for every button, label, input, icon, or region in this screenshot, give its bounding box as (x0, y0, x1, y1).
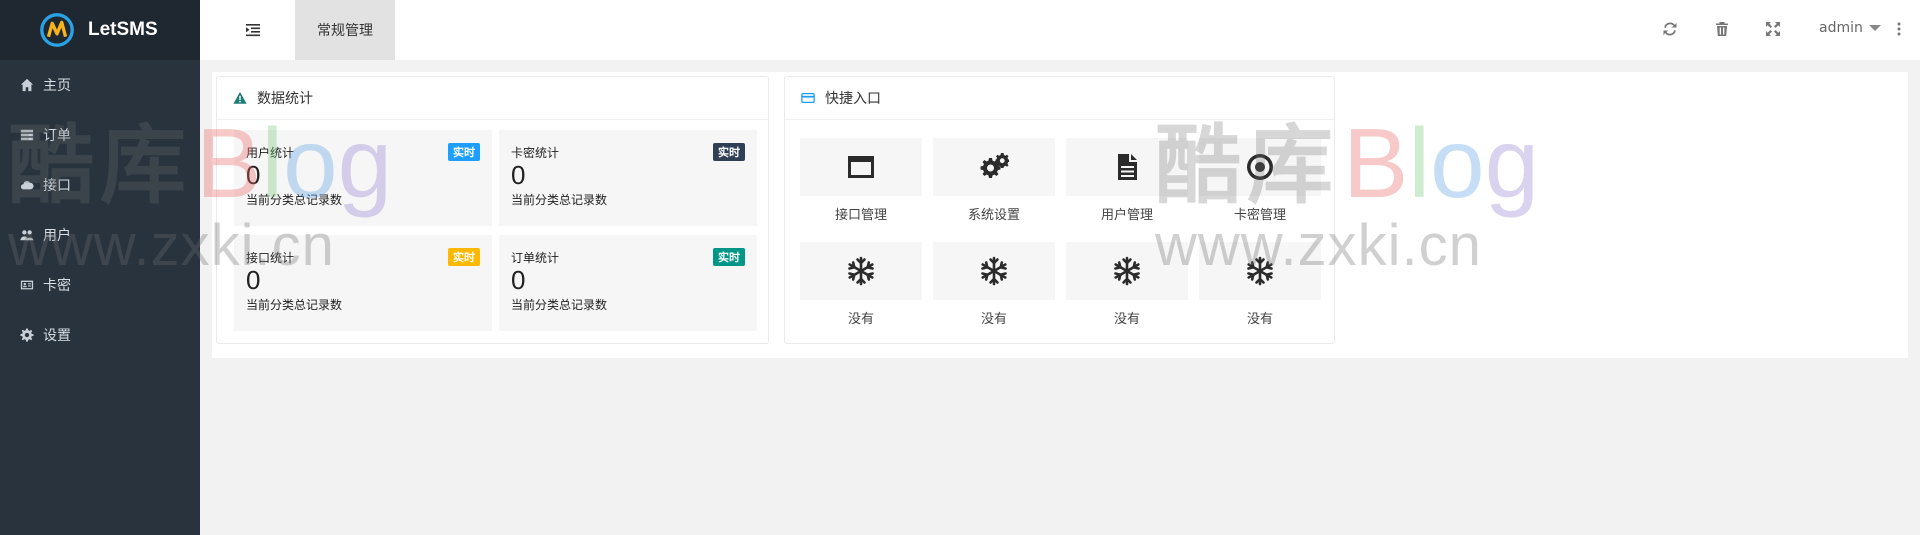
user-menu[interactable]: admin (1819, 20, 1881, 36)
app-logo-icon (40, 13, 74, 47)
stat-card-cards: 卡密统计 0 当前分类总记录数 实时 (499, 130, 757, 226)
sidebar-item-home[interactable]: 主页 (0, 60, 200, 110)
cloud-icon (20, 180, 34, 190)
sidebar-item-users[interactable]: 用户 (0, 210, 200, 260)
shortcut-tile (800, 138, 922, 196)
shortcut-tile (933, 242, 1055, 300)
snowflake-icon (848, 256, 874, 286)
snowflake-icon (1114, 256, 1140, 286)
stat-value: 0 (246, 160, 261, 190)
sidebar-item-cards[interactable]: 卡密 (0, 260, 200, 310)
status-badge: 实时 (713, 143, 745, 161)
shortcut-empty-1[interactable]: 没有 (800, 242, 922, 327)
stat-title: 用户统计 (246, 146, 295, 160)
stats-panel: 数据统计 用户统计 0 当前分类总记录数 实时 卡密统计 0 当前分类总记录数 … (216, 76, 769, 344)
shortcut-empty-2[interactable]: 没有 (933, 242, 1055, 327)
shortcut-api-management[interactable]: 接口管理 (800, 138, 922, 223)
sidebar-item-label: 设置 (43, 328, 71, 344)
app-logo-text: LetSMS (88, 19, 158, 40)
sidebar-item-label: 卡密 (43, 278, 71, 294)
shortcut-tile (800, 242, 922, 300)
stat-card-orders: 订单统计 0 当前分类总记录数 实时 (499, 235, 757, 331)
stat-title: 卡密统计 (511, 146, 560, 160)
sidebar-nav: 主页 订单 接口 用户 卡密 设置 (0, 60, 200, 360)
quick-access-title: 快捷入口 (825, 91, 881, 107)
stat-desc: 当前分类总记录数 (246, 193, 343, 207)
id-card-icon (20, 280, 34, 290)
logo-bar[interactable]: LetSMS (0, 0, 200, 60)
quick-access-header: 快捷入口 (785, 77, 1334, 120)
sidebar: LetSMS 主页 订单 接口 用户 卡密 设置 (0, 0, 200, 535)
stat-desc: 当前分类总记录数 (511, 298, 608, 312)
shortcut-card-management[interactable]: 卡密管理 (1199, 138, 1321, 223)
sidebar-item-api[interactable]: 接口 (0, 160, 200, 210)
shortcut-user-management[interactable]: 用户管理 (1066, 138, 1188, 223)
tab-general-management[interactable]: 常规管理 (295, 0, 395, 60)
shortcut-tile (1066, 138, 1188, 196)
stat-desc: 当前分类总记录数 (511, 193, 608, 207)
main-content: 数据统计 用户统计 0 当前分类总记录数 实时 卡密统计 0 当前分类总记录数 … (212, 72, 1908, 358)
shortcut-tile (933, 138, 1055, 196)
sidebar-item-label: 用户 (43, 228, 71, 244)
shortcut-label: 接口管理 (834, 208, 887, 223)
chevron-down-icon (1868, 25, 1881, 31)
stat-card-users: 用户统计 0 当前分类总记录数 实时 (234, 130, 492, 226)
refresh-button[interactable] (1662, 21, 1678, 37)
home-icon (20, 78, 34, 92)
stat-card-api: 接口统计 0 当前分类总记录数 实时 (234, 235, 492, 331)
stats-panel-header: 数据统计 (217, 77, 768, 120)
stat-title: 接口统计 (246, 251, 295, 265)
shortcut-label: 没有 (1113, 312, 1140, 327)
shortcut-empty-4[interactable]: 没有 (1199, 242, 1321, 327)
indent-icon (246, 24, 260, 37)
shortcut-system-settings[interactable]: 系统设置 (933, 138, 1055, 223)
stat-value: 0 (246, 265, 261, 295)
user-name: admin (1819, 20, 1863, 36)
stat-desc: 当前分类总记录数 (246, 298, 343, 312)
shortcut-label: 没有 (1246, 312, 1273, 327)
warning-icon (233, 91, 247, 104)
dot-circle-icon (1247, 154, 1273, 180)
trash-icon (1716, 22, 1728, 36)
list-icon (20, 129, 34, 141)
fullscreen-icon (1766, 22, 1780, 36)
stats-panel-title: 数据统计 (257, 91, 313, 107)
shortcut-tile (1066, 242, 1188, 300)
credit-card-icon (801, 92, 815, 104)
status-badge: 实时 (448, 248, 480, 266)
shortcut-label: 用户管理 (1100, 208, 1153, 223)
users-icon (20, 230, 34, 241)
status-badge: 实时 (448, 143, 480, 161)
stat-value: 0 (511, 160, 526, 190)
more-vertical-icon (1897, 22, 1901, 36)
shortcut-label: 没有 (980, 312, 1007, 327)
snowflake-icon (981, 256, 1007, 286)
clear-cache-button[interactable] (1714, 21, 1730, 37)
refresh-icon (1663, 22, 1677, 36)
file-icon (1118, 154, 1137, 180)
quick-access-panel: 快捷入口 接口管理 系统设置 用户管理 卡密管理 没有 没有 没有 没有 (784, 76, 1335, 344)
shortcut-label: 系统设置 (967, 208, 1020, 223)
sidebar-item-orders[interactable]: 订单 (0, 110, 200, 160)
top-header: 常规管理 admin (200, 0, 1920, 60)
sidebar-item-settings[interactable]: 设置 (0, 310, 200, 360)
window-icon (848, 156, 874, 178)
shortcut-empty-3[interactable]: 没有 (1066, 242, 1188, 327)
sidebar-item-label: 主页 (43, 78, 71, 94)
shortcut-tile (1199, 242, 1321, 300)
shortcut-label: 没有 (847, 312, 874, 327)
gears-icon (980, 153, 1009, 178)
stat-value: 0 (511, 265, 526, 295)
more-button[interactable] (1891, 21, 1907, 37)
status-badge: 实时 (713, 248, 745, 266)
menu-toggle-button[interactable] (244, 21, 262, 39)
sidebar-item-label: 订单 (43, 128, 71, 144)
snowflake-icon (1247, 256, 1273, 286)
gear-icon (20, 328, 34, 342)
stat-title: 订单统计 (511, 251, 560, 265)
fullscreen-button[interactable] (1765, 21, 1781, 37)
shortcut-label: 卡密管理 (1233, 208, 1286, 223)
sidebar-item-label: 接口 (43, 178, 71, 194)
shortcut-tile (1199, 138, 1321, 196)
